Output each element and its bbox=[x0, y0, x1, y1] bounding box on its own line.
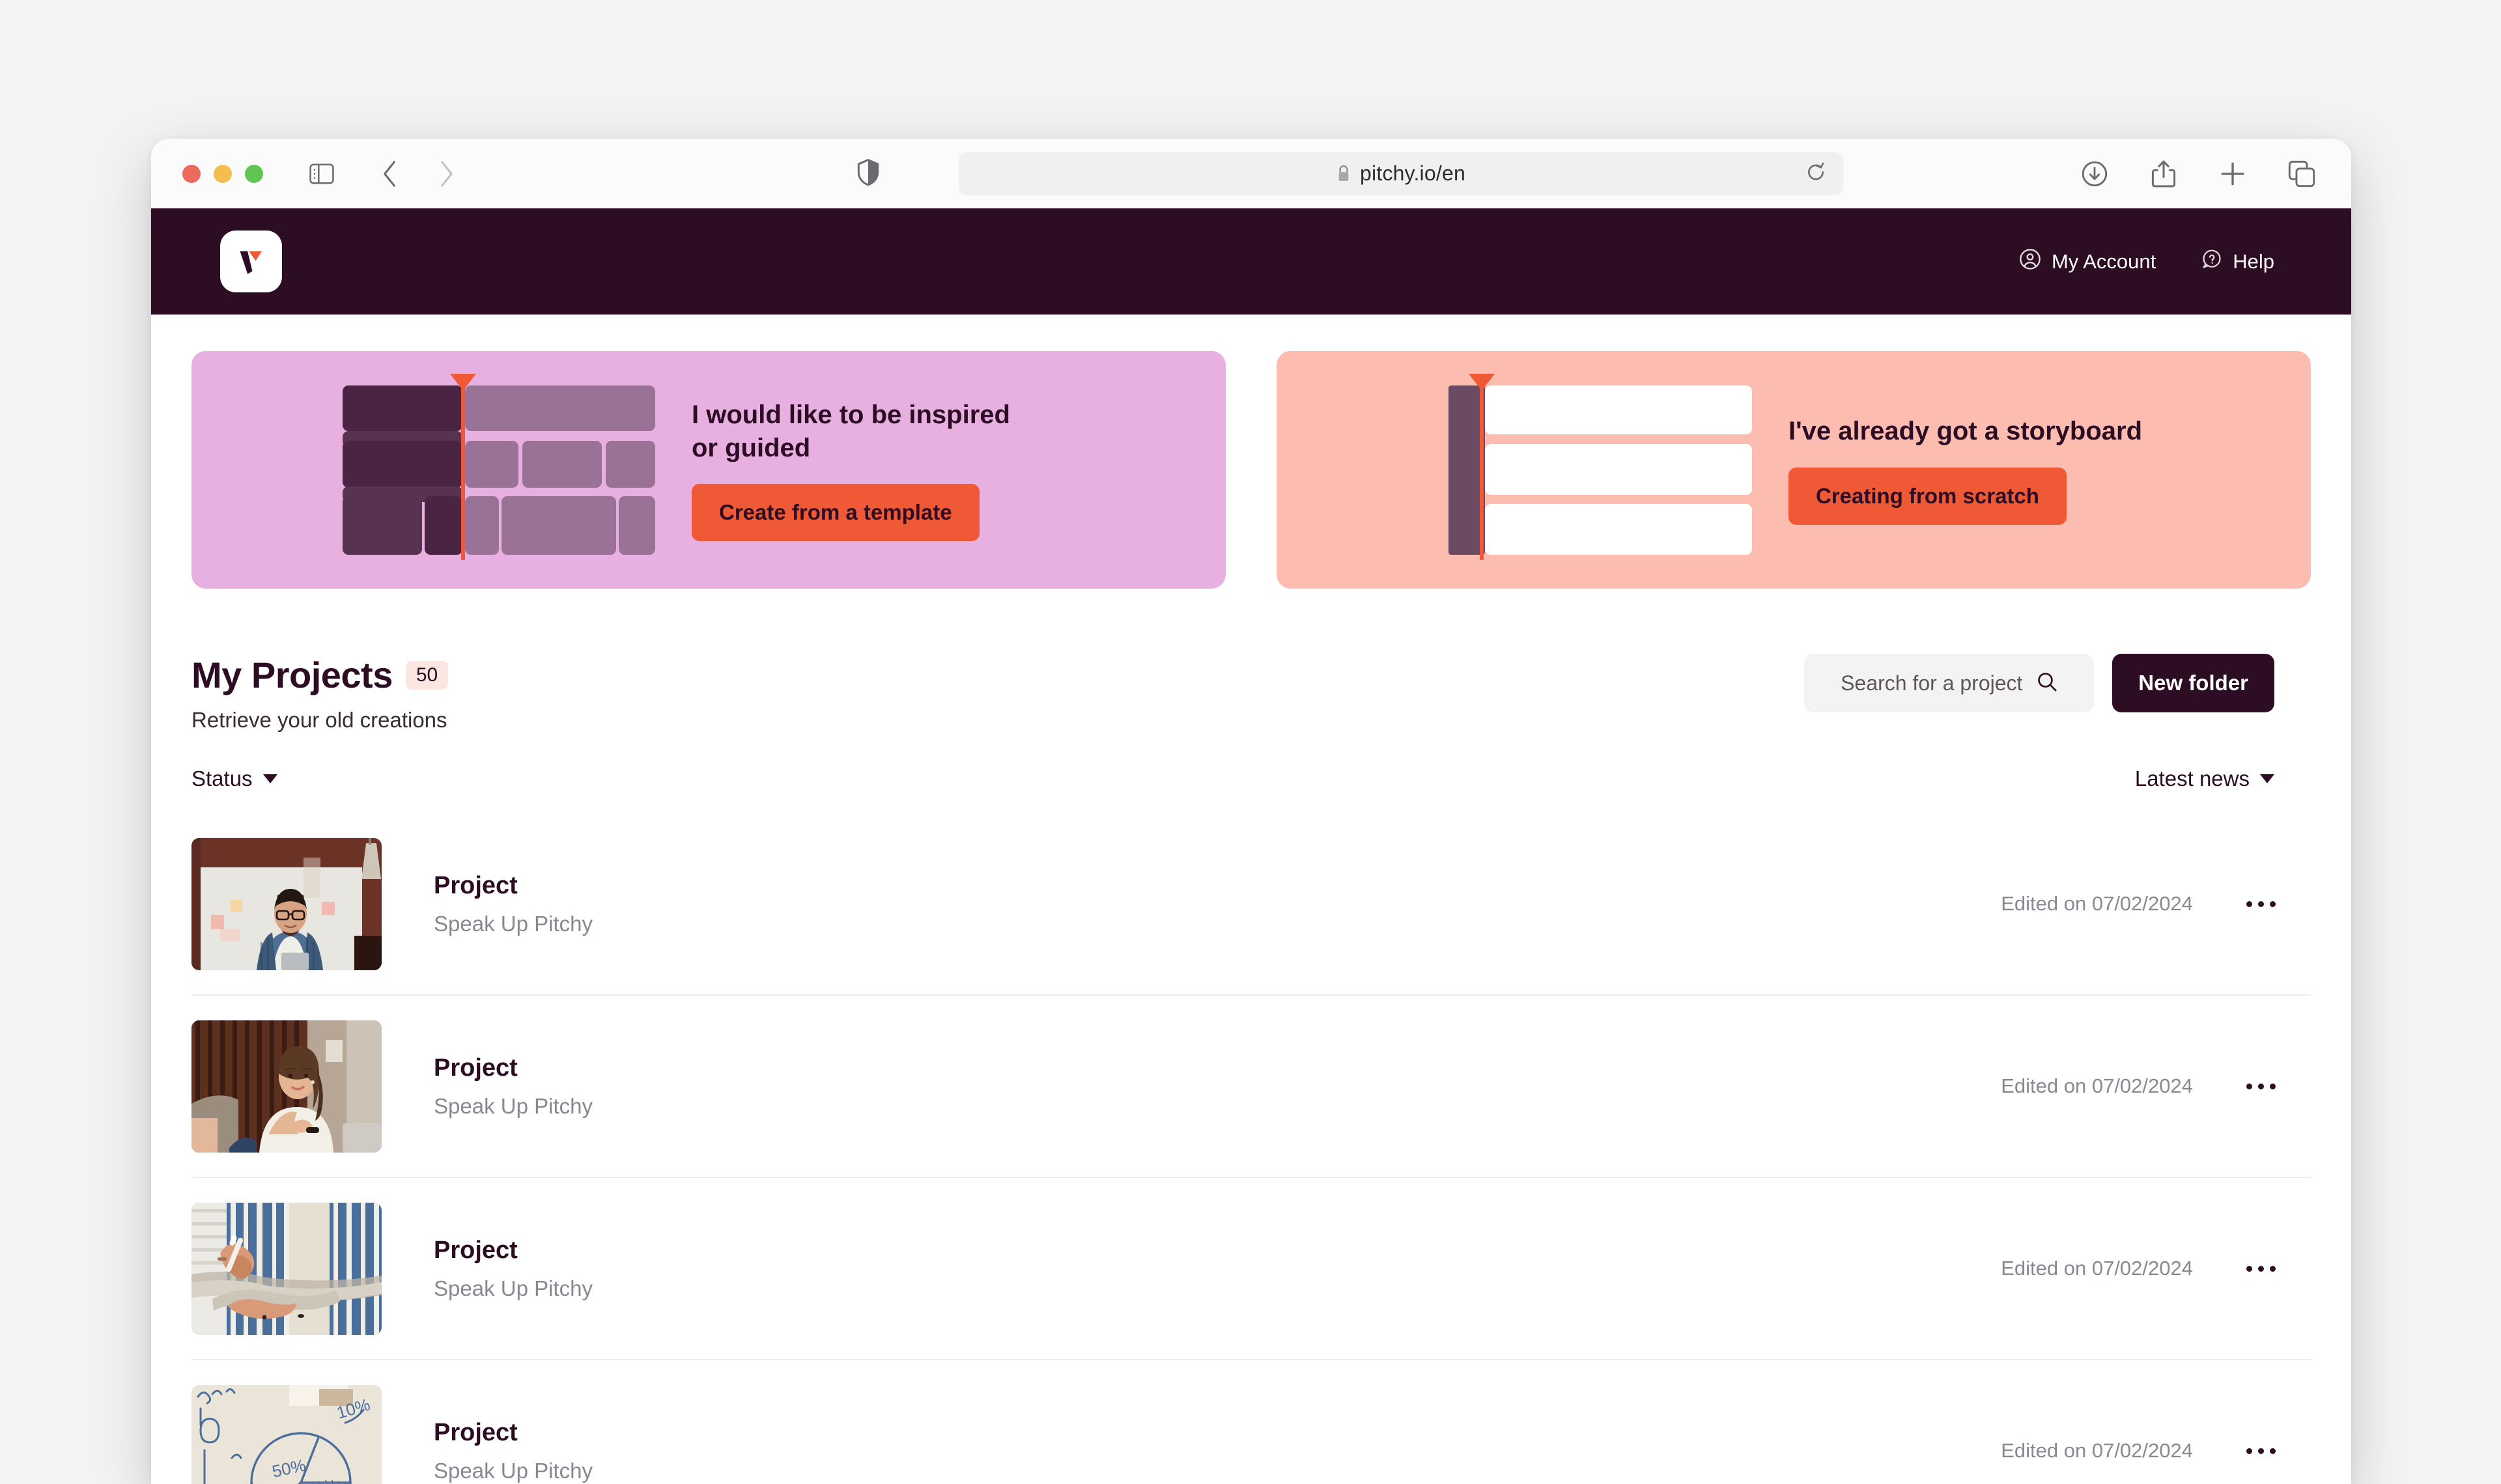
project-edited-date: Edited on 07/02/2024 bbox=[2001, 1257, 2193, 1280]
promo-text-storyboard: I've already got a storyboard Creating f… bbox=[1788, 415, 2162, 525]
sidebar-toggle-icon[interactable] bbox=[304, 156, 340, 192]
page-title: My Projects bbox=[191, 654, 393, 695]
chevron-down-icon bbox=[262, 774, 277, 783]
new-folder-button[interactable]: New folder bbox=[2112, 654, 2274, 712]
pitchy-logo[interactable] bbox=[220, 231, 282, 292]
promo-text-inspired: I would like to be inspired or guided Cr… bbox=[692, 399, 1030, 542]
filter-bar: Status Latest news bbox=[151, 733, 2351, 791]
timeline-illustration bbox=[343, 373, 655, 560]
project-info: Project Speak Up Pitchy bbox=[434, 1419, 593, 1483]
share-icon[interactable] bbox=[2145, 156, 2182, 192]
url-text: pitchy.io/en bbox=[1360, 161, 1465, 185]
create-from-template-button[interactable]: Create from a template bbox=[692, 484, 980, 542]
project-thumbnail: 10% 50% 14% bbox=[191, 1384, 382, 1484]
storyboard-playhead bbox=[1469, 373, 1495, 560]
search-input[interactable]: Search for a project bbox=[1804, 654, 2095, 712]
address-bar[interactable]: pitchy.io/en bbox=[959, 152, 1843, 195]
creating-from-scratch-button[interactable]: Creating from scratch bbox=[1788, 467, 2067, 525]
project-subtitle: Speak Up Pitchy bbox=[434, 911, 593, 936]
project-row-meta: Edited on 07/02/2024 bbox=[2001, 1074, 2283, 1098]
project-info: Project Speak Up Pitchy bbox=[434, 1054, 593, 1119]
promo-title-storyboard: I've already got a storyboard bbox=[1788, 417, 2143, 446]
project-row-meta: Edited on 07/02/2024 bbox=[2001, 892, 2283, 916]
project-options-menu-button[interactable] bbox=[2239, 893, 2283, 915]
back-arrow-icon[interactable] bbox=[371, 156, 408, 192]
new-tab-icon[interactable] bbox=[2214, 156, 2251, 192]
table-row[interactable]: Project Speak Up Pitchy Edited on 07/02/… bbox=[191, 996, 2311, 1178]
promo-card-inspired: I would like to be inspired or guided Cr… bbox=[191, 351, 1226, 589]
sort-label: Latest news bbox=[2134, 766, 2250, 791]
toolbar-right-actions bbox=[2076, 156, 2320, 192]
project-subtitle: Speak Up Pitchy bbox=[434, 1276, 593, 1300]
project-name: Project bbox=[434, 1054, 518, 1082]
user-circle-icon bbox=[2019, 248, 2041, 275]
downloads-icon[interactable] bbox=[2076, 156, 2113, 192]
my-account-link[interactable]: My Account bbox=[2019, 248, 2156, 275]
forward-arrow-icon[interactable] bbox=[429, 156, 465, 192]
project-info: Project Speak Up Pitchy bbox=[434, 1237, 593, 1301]
search-icon bbox=[2037, 671, 2057, 695]
navigation-buttons bbox=[371, 156, 465, 192]
project-name: Project bbox=[434, 1236, 518, 1264]
browser-toolbar: pitchy.io/en bbox=[151, 139, 2351, 208]
projects-header-actions: Search for a project New folder bbox=[1804, 654, 2274, 712]
promo-cards: I would like to be inspired or guided Cr… bbox=[151, 315, 2351, 589]
projects-subtitle: Retrieve your old creations bbox=[191, 708, 447, 732]
project-options-menu-button[interactable] bbox=[2239, 1258, 2283, 1280]
window-controls bbox=[182, 164, 263, 183]
project-row-meta: Edited on 07/02/2024 bbox=[2001, 1257, 2283, 1280]
project-info: Project Speak Up Pitchy bbox=[434, 872, 593, 936]
project-name: Project bbox=[434, 871, 518, 899]
search-placeholder: Search for a project bbox=[1841, 671, 2023, 695]
help-link[interactable]: Help bbox=[2201, 249, 2274, 275]
empty-storyboard-illustration bbox=[1439, 373, 1752, 560]
status-filter-label: Status bbox=[191, 766, 253, 791]
table-row[interactable]: 10% 50% 14% Project Speak Up Pitchy Edit… bbox=[191, 1360, 2311, 1484]
project-thumbnail bbox=[191, 1020, 382, 1153]
projects-header: My Projects 50 Retrieve your old creatio… bbox=[151, 589, 2351, 733]
project-count-badge: 50 bbox=[405, 660, 449, 690]
desktop-background: pitchy.io/en My Account Help I would lik… bbox=[0, 0, 2501, 1484]
app-header-links: My Account Help bbox=[2019, 248, 2274, 275]
project-thumbnail bbox=[191, 837, 382, 970]
table-row[interactable]: Project Speak Up Pitchy Edited on 07/02/… bbox=[191, 813, 2311, 996]
page-content: My Account Help I would like to be inspi… bbox=[151, 208, 2351, 1484]
status-filter-dropdown[interactable]: Status bbox=[191, 766, 277, 791]
privacy-shield-icon[interactable] bbox=[857, 158, 879, 189]
project-edited-date: Edited on 07/02/2024 bbox=[2001, 892, 2193, 915]
help-label: Help bbox=[2233, 249, 2274, 273]
projects-list: Project Speak Up Pitchy Edited on 07/02/… bbox=[151, 813, 2351, 1484]
project-edited-date: Edited on 07/02/2024 bbox=[2001, 1439, 2193, 1462]
reload-icon[interactable] bbox=[1805, 161, 1826, 186]
lock-icon bbox=[1336, 165, 1351, 183]
minimize-window-button[interactable] bbox=[214, 164, 232, 183]
project-options-menu-button[interactable] bbox=[2239, 1076, 2283, 1097]
maximize-window-button[interactable] bbox=[245, 164, 263, 183]
project-name: Project bbox=[434, 1418, 518, 1446]
project-row-meta: Edited on 07/02/2024 bbox=[2001, 1439, 2283, 1463]
help-question-icon bbox=[2201, 249, 2222, 275]
tab-overview-icon[interactable] bbox=[2283, 156, 2320, 192]
project-subtitle: Speak Up Pitchy bbox=[434, 1458, 593, 1483]
project-subtitle: Speak Up Pitchy bbox=[434, 1093, 593, 1118]
promo-card-storyboard: I've already got a storyboard Creating f… bbox=[1277, 351, 2311, 589]
projects-title-block: My Projects 50 Retrieve your old creatio… bbox=[191, 654, 449, 733]
my-account-label: My Account bbox=[2051, 249, 2156, 273]
project-thumbnail bbox=[191, 1202, 382, 1335]
timeline-playhead bbox=[450, 373, 476, 560]
close-window-button[interactable] bbox=[182, 164, 201, 183]
chevron-down-icon bbox=[2260, 774, 2274, 783]
project-edited-date: Edited on 07/02/2024 bbox=[2001, 1074, 2193, 1097]
sort-dropdown[interactable]: Latest news bbox=[2135, 766, 2274, 791]
project-options-menu-button[interactable] bbox=[2239, 1440, 2283, 1462]
promo-title-inspired: I would like to be inspired or guided bbox=[692, 400, 1010, 462]
browser-window: pitchy.io/en My Account Help I would lik… bbox=[151, 139, 2351, 1484]
app-header: My Account Help bbox=[151, 208, 2351, 315]
table-row[interactable]: Project Speak Up Pitchy Edited on 07/02/… bbox=[191, 1178, 2311, 1360]
